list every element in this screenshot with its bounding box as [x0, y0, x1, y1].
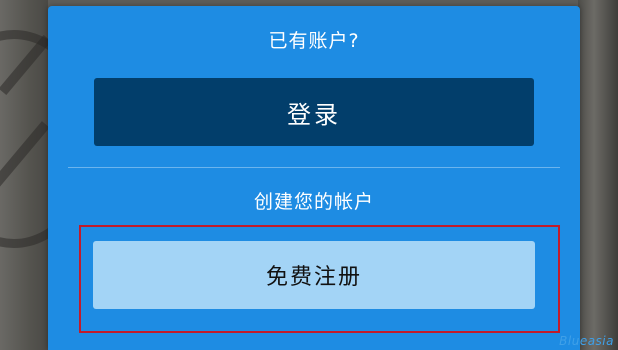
login-button[interactable]: 登录: [94, 78, 534, 146]
create-account-prompt: 创建您的帐户: [253, 191, 374, 213]
account-panel: 已有账户? 登录 创建您的帐户 免费注册: [48, 6, 580, 350]
divider: [68, 167, 560, 168]
have-account-prompt: 已有账户?: [268, 30, 360, 52]
screenshot-scene: 已有账户? 登录 创建您的帐户 免费注册 Blueasia: [0, 0, 618, 350]
watermark-logo: Blueasia: [559, 334, 614, 348]
background-photo-right: [578, 0, 618, 350]
register-button[interactable]: 免费注册: [93, 241, 535, 309]
